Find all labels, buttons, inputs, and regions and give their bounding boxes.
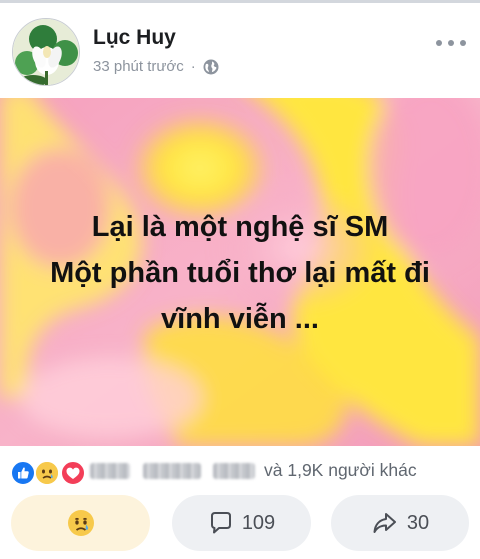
post-text-line: vĩnh viễn ...: [161, 303, 319, 335]
reactions-summary[interactable]: và 1,9K người khác: [0, 446, 480, 496]
post-actions: 109 30: [0, 495, 480, 555]
share-icon: [371, 510, 399, 536]
post-meta: 33 phút trước ·: [93, 58, 219, 75]
blurred-name: [213, 463, 255, 479]
comment-icon: [208, 510, 234, 536]
blurred-name: [90, 463, 130, 479]
comment-button[interactable]: 109: [172, 495, 311, 551]
like-icon: [10, 460, 36, 486]
post-header: Lục Huy 33 phút trước ·: [0, 3, 480, 98]
reactions-others-text[interactable]: và 1,9K người khác: [264, 460, 417, 481]
post-text-line: Một phần tuổi thơ lại mất đi: [50, 257, 430, 289]
love-icon: [60, 460, 86, 486]
post-text: Lại là một nghệ sĩ SM Một phần tuổi thơ …: [0, 204, 480, 342]
more-dot: [436, 40, 442, 46]
avatar-image: [13, 19, 79, 85]
post-time[interactable]: 33 phút trước: [93, 58, 184, 75]
post-text-line: Lại là một nghệ sĩ SM: [91, 211, 389, 243]
sad-icon: [34, 460, 60, 486]
blurred-name: [143, 463, 201, 479]
globe-icon: [203, 59, 219, 75]
more-dot: [448, 40, 454, 46]
meta-separator: ·: [190, 58, 196, 75]
share-button[interactable]: 30: [331, 495, 469, 551]
avatar[interactable]: [12, 18, 80, 86]
more-dot: [460, 40, 466, 46]
post-background-banner: Lại là một nghệ sĩ SM Một phần tuổi thơ …: [0, 98, 480, 446]
author-name[interactable]: Lục Huy: [93, 26, 176, 50]
more-options-button[interactable]: [436, 33, 466, 53]
share-count: 30: [406, 511, 430, 534]
sad-face-icon: [67, 509, 95, 537]
comment-count: 109: [241, 511, 276, 534]
react-button[interactable]: [11, 495, 150, 551]
